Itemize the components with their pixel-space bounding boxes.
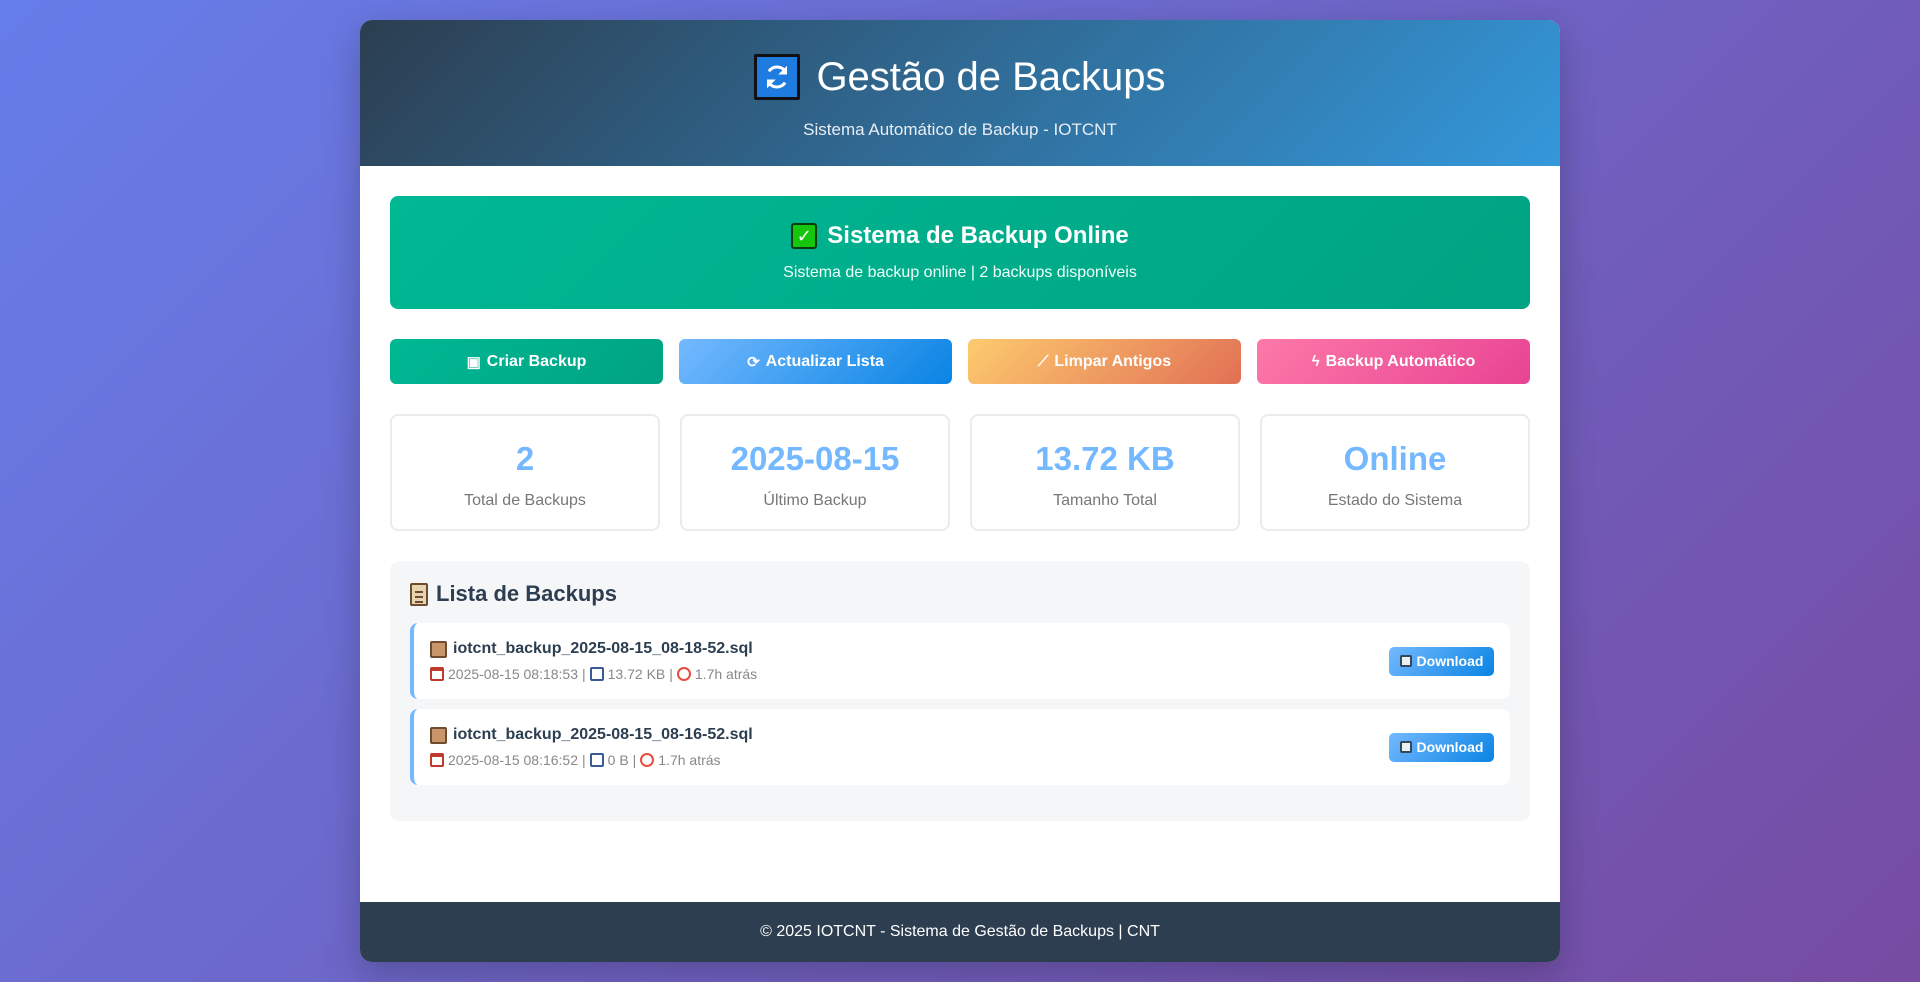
item-meta: 2025-08-15 08:16:52 | 0 B | 1.7h atrás xyxy=(430,752,753,768)
stat-last-backup: 2025-08-15 Último Backup xyxy=(680,414,950,531)
backup-list-heading: Lista de Backups xyxy=(410,581,1510,607)
refresh-list-button[interactable]: ⟳ Actualizar Lista xyxy=(679,339,952,384)
floppy-disk-icon xyxy=(1399,655,1412,667)
alarm-clock-icon xyxy=(640,753,655,767)
item-age: 1.7h atrás xyxy=(694,666,758,682)
item-filename: iotcnt_backup_2025-08-15_08-16-52.sql xyxy=(453,726,753,743)
item-age: 1.7h atrás xyxy=(658,752,721,768)
list-item: iotcnt_backup_2025-08-15_08-18-52.sql 20… xyxy=(410,623,1510,699)
page-title: Gestão de Backups xyxy=(360,54,1560,100)
status-banner: ✓ Sistema de Backup Online Sistema de ba… xyxy=(390,196,1530,309)
check-icon: ✓ xyxy=(791,223,818,249)
backup-list-title: Lista de Backups xyxy=(436,581,617,606)
stat-total-size: 13.72 KB Tamanho Total xyxy=(970,414,1240,531)
floppy-disk-icon xyxy=(1399,741,1412,753)
title-text: Gestão de Backups xyxy=(816,55,1166,99)
refresh-icon xyxy=(754,54,801,100)
refresh-icon: ⟳ xyxy=(747,353,760,371)
separator: | xyxy=(669,666,673,682)
item-filename-row: iotcnt_backup_2025-08-15_08-18-52.sql xyxy=(430,640,757,658)
separator: | xyxy=(582,752,586,768)
item-filename: iotcnt_backup_2025-08-15_08-18-52.sql xyxy=(453,640,753,657)
auto-backup-label: Backup Automático xyxy=(1325,352,1476,370)
item-date: 2025-08-15 08:16:52 xyxy=(448,752,578,768)
lightning-icon: ϟ xyxy=(1311,353,1320,370)
item-info: iotcnt_backup_2025-08-15_08-16-52.sql 20… xyxy=(430,726,753,768)
list-item: iotcnt_backup_2025-08-15_08-16-52.sql 20… xyxy=(410,709,1510,785)
stat-label: Tamanho Total xyxy=(1053,492,1157,509)
stat-value: 2025-08-15 xyxy=(730,440,900,477)
alarm-clock-icon xyxy=(676,667,691,681)
clean-old-button[interactable]: ⟋ Limpar Antigos xyxy=(968,339,1241,384)
stat-label: Total de Backups xyxy=(464,492,586,509)
download-button[interactable]: Download xyxy=(1389,732,1494,762)
stats-row: 2 Total de Backups 2025-08-15 Último Bac… xyxy=(390,414,1530,531)
item-info: iotcnt_backup_2025-08-15_08-18-52.sql 20… xyxy=(430,640,757,682)
status-title: Sistema de Backup Online xyxy=(827,222,1129,249)
main-content: ✓ Sistema de Backup Online Sistema de ba… xyxy=(360,166,1560,821)
package-icon: ▣ xyxy=(466,353,481,371)
clean-old-label: Limpar Antigos xyxy=(1054,352,1172,370)
stat-value: 2 xyxy=(515,440,535,477)
download-label: Download xyxy=(1416,653,1484,669)
item-size: 13.72 KB xyxy=(607,666,666,682)
separator: | xyxy=(632,752,637,768)
stat-value: 13.72 KB xyxy=(1035,440,1175,477)
download-label: Download xyxy=(1416,739,1484,755)
stat-label: Estado do Sistema xyxy=(1327,492,1463,509)
item-filename-row: iotcnt_backup_2025-08-15_08-16-52.sql xyxy=(430,726,753,744)
item-meta: 2025-08-15 08:18:53 | 13.72 KB | 1.7h at… xyxy=(430,666,757,682)
create-backup-button[interactable]: ▣ Criar Backup xyxy=(390,339,663,384)
stat-system-state: Online Estado do Sistema xyxy=(1260,414,1530,531)
item-date: 2025-08-15 08:18:53 xyxy=(448,666,578,682)
bar-chart-icon xyxy=(589,753,604,767)
package-icon xyxy=(430,640,447,658)
download-button[interactable]: Download xyxy=(1389,646,1494,676)
stat-total-backups: 2 Total de Backups xyxy=(390,414,660,531)
calendar-icon xyxy=(430,753,444,767)
calendar-icon xyxy=(430,667,444,681)
stat-value: Online xyxy=(1343,440,1447,477)
create-backup-label: Criar Backup xyxy=(486,352,587,370)
status-title-row: ✓ Sistema de Backup Online xyxy=(390,222,1530,250)
package-icon xyxy=(430,726,447,744)
refresh-list-label: Actualizar Lista xyxy=(765,352,884,370)
clipboard-icon xyxy=(410,582,428,606)
bar-chart-icon xyxy=(589,667,604,681)
page-header: Gestão de Backups Sistema Automático de … xyxy=(360,20,1560,166)
auto-backup-button[interactable]: ϟ Backup Automático xyxy=(1257,339,1530,384)
separator: | xyxy=(582,666,586,682)
backup-list-panel: Lista de Backups iotcnt_backup_2025-08-1… xyxy=(390,561,1530,821)
action-bar: ▣ Criar Backup ⟳ Actualizar Lista ⟋ Limp… xyxy=(390,339,1530,384)
item-size: 0 B xyxy=(607,752,629,768)
page-footer: © 2025 IOTCNT - Sistema de Gestão de Bac… xyxy=(360,902,1560,962)
broom-icon: ⟋ xyxy=(1037,353,1049,370)
footer-text: © 2025 IOTCNT - Sistema de Gestão de Bac… xyxy=(760,923,1160,940)
backup-list: iotcnt_backup_2025-08-15_08-18-52.sql 20… xyxy=(410,623,1510,785)
stat-label: Último Backup xyxy=(763,492,867,509)
backup-app: Gestão de Backups Sistema Automático de … xyxy=(360,20,1560,962)
status-message: Sistema de backup online | 2 backups dis… xyxy=(783,264,1137,281)
page-subtitle: Sistema Automático de Backup - IOTCNT xyxy=(803,120,1117,139)
